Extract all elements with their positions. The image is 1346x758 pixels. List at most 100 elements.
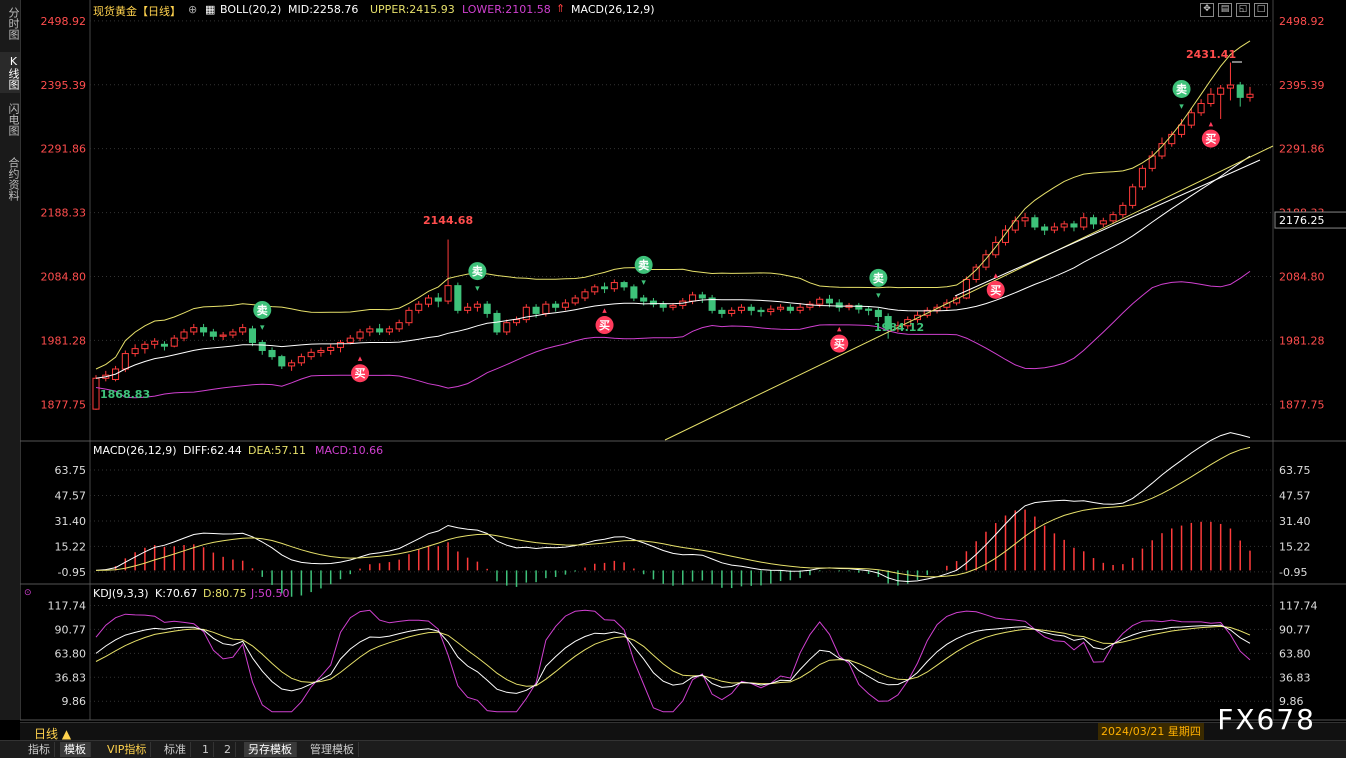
candle <box>121 353 129 370</box>
tab-vip-indicators[interactable]: VIP指标 <box>103 742 152 757</box>
candle <box>620 282 628 288</box>
candle <box>972 266 980 280</box>
candle <box>376 328 384 333</box>
candle <box>200 327 208 333</box>
candle <box>561 302 569 308</box>
candle <box>512 319 521 324</box>
candle <box>366 328 374 333</box>
bottom-toolbar: 指标 模板 VIP指标 标准 1 2 另存模板 管理模板 <box>0 740 1346 758</box>
candle <box>1217 87 1225 95</box>
kdj-d-line <box>95 625 1251 687</box>
boll-label: BOLL(20,2) <box>220 3 282 16</box>
candle <box>835 302 843 308</box>
candle <box>630 286 638 299</box>
price-tick-right: 2498.92 <box>1279 15 1325 28</box>
candle <box>239 327 247 333</box>
price-chart[interactable]: 2498.92 2498.92 2395.39 2395.39 2291.86 2291.… <box>0 0 1346 757</box>
candle <box>473 303 481 308</box>
candle <box>209 331 217 337</box>
candle <box>737 306 745 311</box>
buy-arrow-icon: ▴ <box>358 354 363 364</box>
price-tick-left: 1981.28 <box>41 334 87 347</box>
candle <box>483 303 491 314</box>
candle <box>1158 143 1166 157</box>
candle <box>278 356 286 367</box>
candle <box>757 309 765 313</box>
boll-mid: MID:2258.76 <box>288 3 359 16</box>
candle <box>796 306 804 311</box>
candle <box>92 377 100 410</box>
macd-diff: DIFF:62.44 <box>183 444 242 457</box>
candle <box>170 337 178 347</box>
candle <box>1070 223 1078 228</box>
candle <box>1178 124 1186 135</box>
candle <box>552 303 560 308</box>
kdj-tick-right: 117.74 <box>1279 599 1318 612</box>
candle <box>591 286 599 293</box>
kdj-toggle-icon[interactable]: ⊙ <box>24 588 32 598</box>
tab-layout-2[interactable]: 2 <box>220 742 236 757</box>
macd-name: MACD(26,12,9) <box>93 444 177 457</box>
candle <box>141 343 149 350</box>
sell-signal-label: 卖 <box>873 271 884 285</box>
kdj-d: D:80.75 <box>203 587 247 600</box>
up-arrow-icon: ⇑ <box>556 2 566 15</box>
grid-icon[interactable]: ▤ <box>1218 3 1232 17</box>
candle <box>610 282 618 290</box>
restore-icon[interactable]: ◱ <box>1236 3 1250 17</box>
candle <box>327 346 335 351</box>
price-tick-right: 2395.39 <box>1279 79 1325 92</box>
save-template-button[interactable]: 另存模板 <box>244 742 297 757</box>
candle <box>268 349 276 358</box>
boll-lower-line <box>95 270 1251 399</box>
price-tick-left: 1877.75 <box>41 398 87 411</box>
macd-tick-right: -0.95 <box>1279 566 1307 579</box>
candle <box>816 298 824 305</box>
candle <box>747 306 755 311</box>
candle <box>356 331 364 339</box>
candle <box>424 297 433 305</box>
candle <box>728 309 736 314</box>
maximize-icon[interactable]: □ <box>1254 3 1268 17</box>
candle <box>180 331 188 339</box>
sell-arrow-icon: ▾ <box>260 323 265 333</box>
candle <box>1011 220 1019 231</box>
sell-arrow-icon: ▾ <box>876 291 881 301</box>
candle <box>248 328 257 343</box>
candle <box>444 285 452 302</box>
candle <box>219 334 227 337</box>
candle <box>464 306 472 311</box>
move-icon[interactable]: ✥ <box>1200 3 1214 17</box>
tab-standard[interactable]: 标准 <box>160 742 191 757</box>
candle <box>307 351 315 358</box>
boll-upper-line <box>95 40 1251 370</box>
buy-arrow-icon: ▴ <box>602 306 607 316</box>
settings-icon[interactable]: ⊕ <box>188 3 197 16</box>
price-tick-left: 2395.39 <box>41 79 87 92</box>
tab-templates[interactable]: 模板 <box>60 742 91 757</box>
candle <box>698 294 706 299</box>
candle <box>1187 112 1195 126</box>
macd-tick-right: 47.57 <box>1279 489 1311 502</box>
candle <box>288 362 296 367</box>
candle <box>1236 84 1244 98</box>
candle <box>1099 220 1107 225</box>
macd-header-label: MACD(26,12,9) <box>571 3 655 16</box>
trend-line <box>954 159 1261 297</box>
high-annotation: 2144.68 <box>423 214 473 227</box>
buy-arrow-icon: ▴ <box>993 271 998 281</box>
candle <box>581 291 589 299</box>
candle <box>777 306 785 310</box>
candle <box>385 328 393 333</box>
kdj-tick-right: 36.83 <box>1279 671 1311 684</box>
tab-layout-1[interactable]: 1 <box>198 742 214 757</box>
tab-indicators[interactable]: 指标 <box>24 742 55 757</box>
price-tick-right: 2084.80 <box>1279 271 1325 284</box>
manage-templates-button[interactable]: 管理模板 <box>306 742 359 757</box>
buy-signal-label: 买 <box>599 319 610 332</box>
buy-signal-label: 买 <box>834 338 845 351</box>
indicator-icon[interactable]: ▦ <box>205 3 215 16</box>
cursor-date: 2024/03/21 星期四 <box>1098 723 1204 741</box>
boll-mid-line <box>95 155 1251 379</box>
window-controls: ✥ ▤ ◱ □ <box>1196 1 1268 17</box>
